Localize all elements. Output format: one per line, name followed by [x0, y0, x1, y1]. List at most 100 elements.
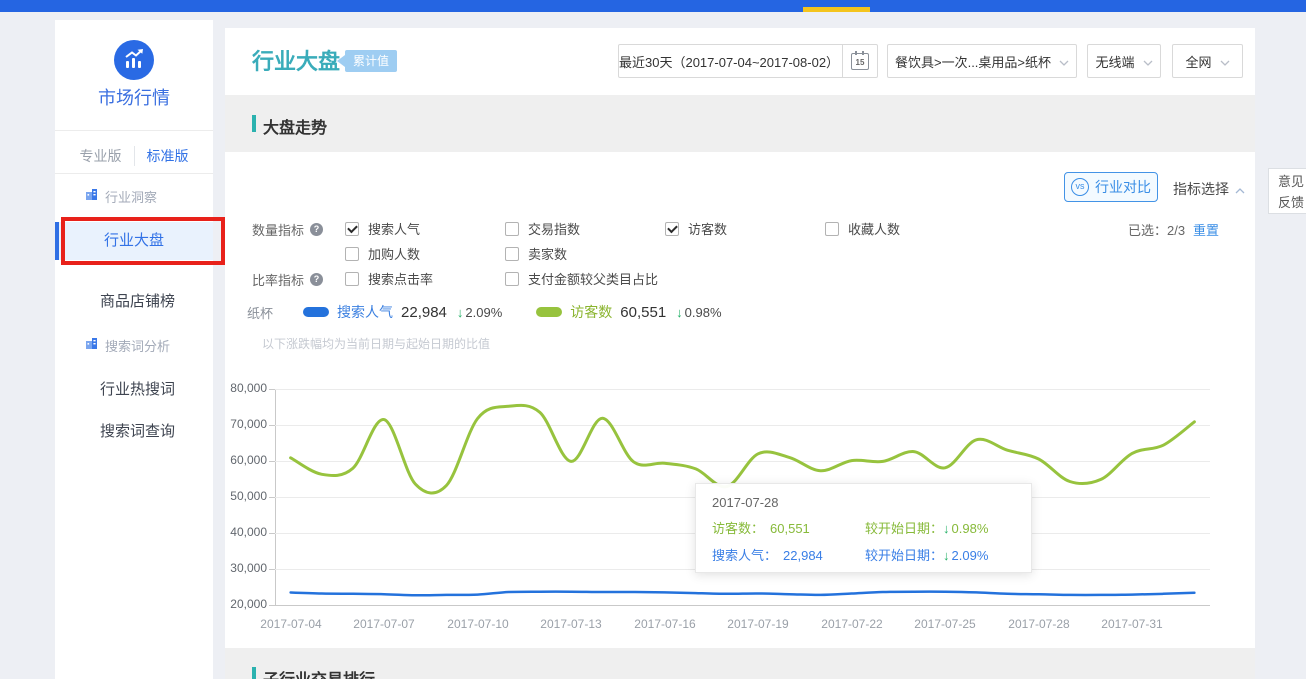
checkbox-search-ctr[interactable]: 搜索点击率 [345, 269, 433, 288]
x-tick-label: 2017-07-07 [344, 617, 424, 631]
checkbox-box[interactable] [505, 272, 519, 286]
x-tick-label: 2017-07-28 [999, 617, 1079, 631]
chevron-down-icon [1143, 54, 1153, 69]
sidebar-item-search-term-query[interactable]: 搜索词查询 [55, 422, 213, 442]
category-value: 餐饮具>一次...桌用品>纸杯 [895, 52, 1051, 71]
page-title: 行业大盘 [252, 44, 340, 76]
reset-link[interactable]: 重置 [1193, 220, 1219, 239]
arrow-down-icon: ↓ [457, 305, 464, 320]
terminal-selector[interactable]: 无线端 [1087, 44, 1161, 78]
terminal-value: 无线端 [1095, 52, 1134, 71]
sidebar-item-product-shop-rank[interactable]: 商品店铺榜 [55, 292, 213, 312]
sidebar-item-industry-hot-search[interactable]: 行业热搜词 [55, 380, 213, 400]
checkbox-favorite-count[interactable]: 收藏人数 [825, 219, 900, 238]
y-tick-label: 20,000 [225, 597, 267, 611]
chevron-down-icon [1059, 54, 1069, 69]
x-tick-label: 2017-07-31 [1092, 617, 1172, 631]
quantity-indicator-row1: 数量指标 ? 搜索人气 交易指数 访客数 收藏人数 [225, 219, 1255, 237]
legend-series-value: 60,551 [620, 304, 666, 321]
sidebar-group-search-term-analysis[interactable]: 搜索词分析 [85, 335, 170, 355]
feedback-tab[interactable]: 意见 反馈 [1268, 168, 1306, 214]
checkbox-box[interactable] [345, 222, 359, 236]
scope-value: 全网 [1185, 52, 1211, 71]
quantity-indicator-row2: 加购人数 卖家数 [225, 244, 1255, 262]
app-title: 市场行情 [55, 84, 213, 110]
calendar-icon: 15 [851, 53, 869, 70]
quantity-indicator-label: 数量指标 ? [252, 220, 323, 239]
checkbox-box[interactable] [505, 247, 519, 261]
vs-icon: vs [1071, 178, 1089, 196]
divider [55, 130, 213, 131]
checkbox-seller-count[interactable]: 卖家数 [505, 244, 567, 263]
next-section-header-band: 子行业交易排行 [225, 648, 1255, 679]
next-section-title: 子行业交易排行 [263, 666, 375, 679]
checkbox-visitor-count[interactable]: 访客数 [665, 219, 727, 238]
help-icon[interactable]: ? [310, 223, 323, 236]
calendar-button[interactable]: 15 [842, 45, 877, 77]
x-tick-label: 2017-07-16 [625, 617, 705, 631]
legend-series-change: ↓2.09% [457, 305, 502, 320]
date-range-selector[interactable]: 最近30天（2017-07-04~2017-08-02） 15 [618, 44, 878, 78]
tooltip-date: 2017-07-28 [712, 495, 1015, 510]
building-icon [85, 188, 98, 204]
section-marker [252, 115, 256, 132]
arrow-down-icon: ↓ [676, 305, 683, 320]
divider [55, 173, 213, 174]
arrow-down-icon: ↓ [943, 548, 950, 563]
category-selector[interactable]: 餐饮具>一次...桌用品>纸杯 [887, 44, 1077, 78]
page: 市场行情 专业版 标准版 行业洞察 行业大盘 商品店铺榜 [0, 0, 1306, 679]
checkbox-box[interactable] [345, 247, 359, 261]
checkbox-box[interactable] [665, 222, 679, 236]
x-tick-label: 2017-07-04 [251, 617, 331, 631]
annotation-red-box [61, 217, 225, 265]
industry-compare-button[interactable]: vs 行业对比 [1064, 172, 1158, 202]
x-tick-label: 2017-07-10 [438, 617, 518, 631]
tab-pro-edition[interactable]: 专业版 [68, 146, 134, 166]
chevron-down-icon [1220, 54, 1230, 69]
indicator-select-toggle[interactable]: 指标选择 [1173, 179, 1245, 199]
legend-series-value: 22,984 [401, 304, 447, 321]
checkbox-payment-share-vs-parent[interactable]: 支付金额较父类目占比 [505, 269, 658, 288]
tooltip-row-visitor-count: 访客数：60,551 较开始日期：↓0.98% [712, 518, 1015, 537]
arrow-down-icon: ↓ [943, 521, 950, 536]
checkbox-transaction-index[interactable]: 交易指数 [505, 219, 580, 238]
x-tick-label: 2017-07-19 [718, 617, 798, 631]
section-title: 大盘走势 [263, 114, 327, 138]
tab-standard-edition[interactable]: 标准版 [134, 146, 201, 166]
y-tick-label: 80,000 [225, 381, 267, 395]
sidebar-group-industry-insight[interactable]: 行业洞察 [85, 186, 157, 206]
x-tick-label: 2017-07-25 [905, 617, 985, 631]
checkbox-add-to-cart-count[interactable]: 加购人数 [345, 244, 420, 263]
series-line-0 [291, 592, 1195, 596]
scope-selector[interactable]: 全网 [1172, 44, 1243, 78]
selected-count: 已选：2/3 [1128, 220, 1185, 239]
chart-tooltip: 2017-07-28 访客数：60,551 较开始日期：↓0.98% 搜索人气：… [695, 483, 1032, 573]
section-header-band: 大盘走势 [225, 95, 1255, 152]
legend-marker-search-popularity [303, 307, 329, 317]
sidebar-group-label: 行业洞察 [105, 187, 157, 206]
sidebar-group-label: 搜索词分析 [105, 336, 170, 355]
chevron-up-icon [1235, 181, 1245, 197]
y-tick-label: 30,000 [225, 561, 267, 575]
market-chart-logo-icon [114, 40, 154, 80]
chart-note: 以下涨跌幅均为当前日期与起始日期的比值 [262, 335, 490, 352]
checkbox-box[interactable] [825, 222, 839, 236]
y-tick-label: 40,000 [225, 525, 267, 539]
x-tick-label: 2017-07-22 [812, 617, 892, 631]
tooltip-row-search-popularity: 搜索人气：22,984 较开始日期：↓2.09% [712, 545, 1015, 564]
top-navbar [0, 0, 1306, 12]
checkbox-box[interactable] [505, 222, 519, 236]
topbar-active-tab-indicator [803, 7, 870, 12]
y-tick-label: 70,000 [225, 417, 267, 431]
x-tick-label: 2017-07-13 [531, 617, 611, 631]
checkbox-box[interactable] [345, 272, 359, 286]
badge-label: 累计值 [345, 50, 397, 72]
building-icon [85, 337, 98, 353]
checkbox-search-popularity[interactable]: 搜索人气 [345, 219, 420, 238]
legend-series-name: 搜索人气 [337, 302, 393, 322]
date-range-value: 最近30天（2017-07-04~2017-08-02） [619, 52, 834, 71]
series-line-1 [291, 405, 1195, 493]
compare-button-label: 行业对比 [1095, 177, 1151, 197]
badge-arrow [337, 55, 345, 67]
help-icon[interactable]: ? [310, 273, 323, 286]
